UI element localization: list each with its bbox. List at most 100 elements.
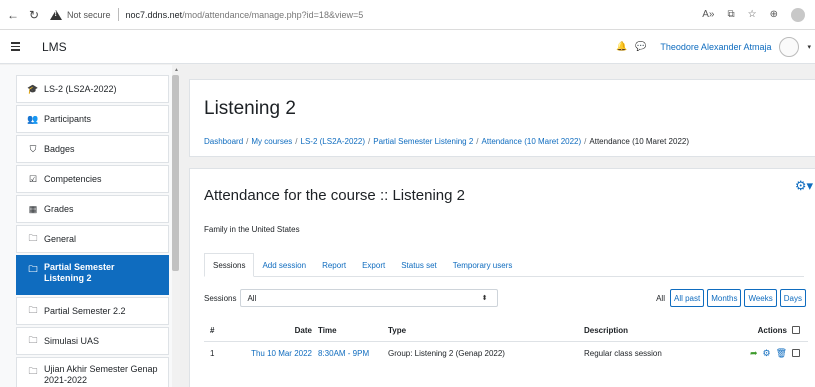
- breadcrumb-link[interactable]: Partial Semester Listening 2: [373, 137, 473, 146]
- site-brand[interactable]: LMS: [42, 40, 67, 54]
- sidebar-item-label: Ujian Akhir Semester Genap 2021-2022: [44, 364, 158, 385]
- breadcrumb-separator: /: [246, 137, 249, 146]
- users-icon: 👥: [27, 113, 39, 124]
- row-time-link[interactable]: 8:30AM - 9PM: [318, 342, 369, 364]
- address-divider: [117, 8, 119, 21]
- select-caret-icon: ⬍: [481, 295, 488, 302]
- breadcrumb-separator: /: [584, 137, 587, 146]
- browser-actions: A» ⧉ ☆ ⊕: [702, 7, 805, 22]
- tab-sessions[interactable]: Sessions: [204, 253, 255, 277]
- page-header: Listening 2 Dashboard / My courses / LS-2 (L…: [189, 79, 815, 157]
- sidebar-item-label: LS-2 (LS2A-2022): [44, 83, 117, 94]
- sidebar-item[interactable]: ▦ Grades: [16, 195, 169, 223]
- period-days-button[interactable]: Days: [779, 289, 806, 307]
- delete-icon[interactable]: 🗑: [776, 348, 787, 359]
- col-header-num: #: [210, 325, 215, 335]
- settings-icon[interactable]: ⚙: [762, 348, 770, 359]
- breadcrumb-link[interactable]: Dashboard: [204, 137, 243, 146]
- url-host: noc7.ddns.net: [125, 9, 183, 20]
- col-header-time: Time: [318, 325, 337, 335]
- breadcrumb-current: Attendance (10 Maret 2022): [589, 137, 690, 146]
- messages-icon[interactable]: 💬: [635, 41, 646, 52]
- folder-icon: 🗀: [28, 335, 38, 345]
- sessions-filter-select[interactable]: All ⬍: [240, 289, 499, 307]
- sessions-filter-label: Sessions: [204, 293, 237, 303]
- sidebar-item-label: General: [44, 233, 77, 244]
- tab-add-session[interactable]: Add session: [254, 253, 314, 277]
- select-all-checkbox[interactable]: [792, 319, 800, 341]
- gear-icon[interactable]: ⚙▾: [795, 178, 813, 194]
- sidebar-item-label: Participants: [44, 113, 92, 124]
- sidebar-item[interactable]: 🎓 LS-2 (LS2A-2022): [16, 75, 169, 103]
- attendance-panel: Attendance for the course :: Listening 2…: [189, 168, 815, 387]
- period-months-button[interactable]: Months: [707, 289, 742, 307]
- tab-report[interactable]: Report: [314, 253, 354, 277]
- row-date-link[interactable]: Thu 10 Mar 2022: [236, 342, 312, 364]
- sidebar-item-label: Grades: [44, 203, 74, 214]
- row-actions: ➦ ⚙ 🗑: [704, 342, 787, 364]
- take-attendance-icon[interactable]: ➦: [750, 348, 758, 359]
- row-checkbox[interactable]: [792, 342, 800, 364]
- reload-icon[interactable]: ↻: [26, 7, 42, 23]
- collections-icon[interactable]: ⊕: [770, 9, 778, 20]
- sidebar-item-label: Partial Semester 2.2: [44, 305, 126, 316]
- period-weeks-button[interactable]: Weeks: [744, 289, 777, 307]
- sidebar-item[interactable]: 🗀 Simulasi UAS: [16, 327, 169, 355]
- table-header-row: # Date Time Type Description Actions: [204, 319, 808, 341]
- security-label: Not secure: [67, 9, 111, 20]
- breadcrumb-separator: /: [295, 137, 298, 146]
- attendance-heading: Attendance for the course :: Listening 2: [204, 187, 465, 204]
- folder-icon: 🗀: [28, 305, 38, 315]
- sidebar-item[interactable]: 🗀 Partial Semester 2.2: [16, 297, 169, 325]
- tab-temporary-users[interactable]: Temporary users: [445, 253, 521, 277]
- breadcrumb: Dashboard / My courses / LS-2 (LS2A-2022) / Pa…: [204, 137, 689, 146]
- notification-bell-icon[interactable]: 🔔: [616, 41, 627, 52]
- period-filter: All All past Months Weeks Days: [656, 289, 806, 307]
- address-bar[interactable]: Not secure noc7.ddns.net/mod/attendance/…: [50, 5, 702, 25]
- sessions-filter: Sessions All ⬍ All All past Months Weeks Day…: [204, 289, 806, 307]
- read-aloud-icon[interactable]: A»: [702, 9, 714, 20]
- period-all-past-button[interactable]: All past: [669, 289, 705, 307]
- profile-icon[interactable]: [791, 7, 805, 22]
- folder-icon: 🗀: [28, 366, 38, 376]
- navbar-user-area: 🔔 💬 Theodore Alexander Atmaja ▾: [616, 36, 815, 57]
- sidebar-item[interactable]: 🗀 General: [16, 225, 169, 253]
- main-region: Listening 2 Dashboard / My courses / LS-2 (L…: [180, 65, 815, 387]
- col-header-date: Date: [294, 325, 312, 335]
- warning-icon: [50, 9, 62, 20]
- sidebar-item[interactable]: ⛉ Badges: [16, 135, 169, 163]
- table-icon: ▦: [28, 203, 38, 214]
- sidebar-item[interactable]: ☑ Competencies: [16, 165, 169, 193]
- folder-icon: 🗀: [28, 233, 38, 243]
- chevron-down-icon[interactable]: ▾: [807, 43, 811, 51]
- favorites-icon[interactable]: ☆: [748, 9, 757, 20]
- check-square-icon: ☑: [28, 173, 38, 184]
- user-menu-name[interactable]: Theodore Alexander Atmaja: [660, 42, 771, 52]
- breadcrumb-link[interactable]: Attendance (10 Maret 2022): [482, 137, 582, 146]
- row-type: Group: Listening 2 (Genap 2022): [388, 348, 505, 358]
- back-arrow-icon[interactable]: ←: [5, 7, 21, 23]
- sidebar-item[interactable]: 👥 Participants: [16, 105, 169, 133]
- sidebar-item[interactable]: 🗀 Partial Semester Listening 2: [16, 255, 169, 295]
- scroll-up-icon[interactable]: ▲: [174, 67, 179, 73]
- select-value: All: [247, 293, 257, 303]
- row-description: Regular class session: [584, 348, 662, 358]
- breadcrumb-link[interactable]: LS-2 (LS2A-2022): [301, 137, 365, 146]
- sidebar-scroll-thumb[interactable]: [172, 75, 179, 271]
- tab-export[interactable]: Export: [354, 253, 393, 277]
- course-sidebar: 🎓 LS-2 (LS2A-2022) 👥 Participants ⛉ Badges ☑ Co…: [0, 65, 180, 387]
- sidebar-item-label: Simulasi UAS: [44, 335, 100, 346]
- tab-status-set[interactable]: Status set: [393, 253, 445, 277]
- col-header-type: Type: [388, 325, 407, 335]
- user-avatar[interactable]: [779, 36, 800, 57]
- breadcrumb-link[interactable]: My courses: [251, 137, 292, 146]
- menu-toggle-icon[interactable]: [4, 37, 26, 57]
- row-num: 1: [210, 348, 215, 358]
- sidebar-item-label: Badges: [44, 143, 75, 154]
- browser-toolbar: ← ↻ Not secure noc7.ddns.net/mod/attenda…: [0, 0, 815, 30]
- extensions-icon[interactable]: ⧉: [728, 9, 735, 20]
- sidebar-item[interactable]: 🗀 Ujian Akhir Semester Genap 2021-2022: [16, 357, 169, 387]
- table-row: 1 Thu 10 Mar 2022 8:30AM - 9PM Group: Li…: [204, 341, 808, 363]
- sidebar-item-label: Competencies: [44, 173, 102, 184]
- attendance-description: Family in the United States: [204, 225, 300, 234]
